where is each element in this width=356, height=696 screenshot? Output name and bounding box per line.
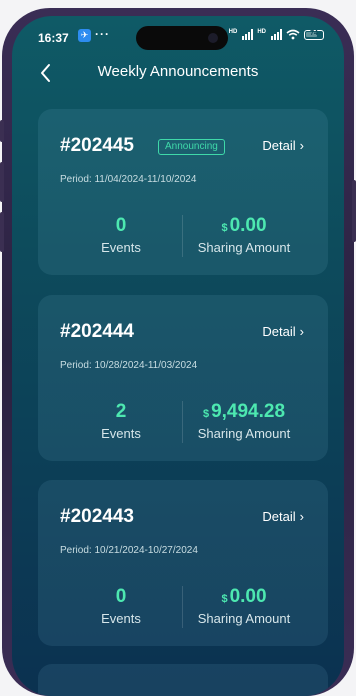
- amount-value: 0.00: [229, 215, 267, 236]
- announcement-card-partial[interactable]: [38, 664, 328, 696]
- announcement-card[interactable]: #202443 Detail › Period: 10/21/2024-10/27…: [38, 480, 328, 646]
- stat-divider: [182, 586, 183, 628]
- stat-divider: [182, 401, 183, 443]
- more-notifications-icon: ···: [95, 27, 110, 41]
- period-range: Period: 10/28/2024-11/03/2024: [60, 360, 198, 371]
- battery-level: 74: [310, 29, 318, 37]
- front-camera: [208, 33, 218, 43]
- app-screen: 16:37 ✈ ··· HD HD 74 Weekly Announcement…: [12, 16, 344, 696]
- status-indicators: HD HD 74: [229, 29, 324, 40]
- detail-link[interactable]: Detail ›: [262, 138, 304, 153]
- currency-symbol: $: [221, 593, 228, 605]
- cellular-signal-2-icon: [271, 29, 282, 40]
- power-button: [352, 180, 356, 242]
- events-count: 0: [115, 215, 127, 236]
- sharing-amount-label: Sharing Amount: [197, 240, 291, 255]
- events-count: 2: [115, 401, 127, 422]
- wifi-icon: [286, 29, 300, 40]
- announcement-card[interactable]: #202445 Announcing Detail › Period: 11/04…: [38, 109, 328, 275]
- detail-label: Detail: [262, 509, 296, 524]
- chevron-right-icon: ›: [299, 509, 304, 524]
- sharing-amount: $9,494.28: [184, 401, 304, 423]
- sharing-amount: $0.00: [184, 215, 304, 237]
- detail-label: Detail: [262, 138, 296, 153]
- chevron-right-icon: ›: [299, 324, 304, 339]
- status-bar: 16:37 ✈ ··· HD HD 74: [12, 16, 344, 56]
- volume-up-button: [0, 162, 4, 202]
- detail-link[interactable]: Detail ›: [262, 324, 304, 339]
- sharing-amount-label: Sharing Amount: [197, 611, 291, 626]
- nav-header: Weekly Announcements: [12, 56, 344, 92]
- currency-symbol: $: [221, 222, 228, 234]
- detail-label: Detail: [262, 324, 296, 339]
- sharing-amount-label: Sharing Amount: [197, 426, 291, 441]
- period-range: Period: 10/21/2024-10/27/2024: [60, 545, 198, 556]
- dynamic-island: [136, 26, 228, 50]
- events-label: Events: [101, 611, 141, 626]
- amount-value: 9,494.28: [211, 401, 286, 422]
- detail-link[interactable]: Detail ›: [262, 509, 304, 524]
- announcement-card[interactable]: #202444 Detail › Period: 10/28/2024-11/03…: [38, 295, 328, 461]
- cellular-signal-1-icon: [242, 29, 254, 40]
- stat-divider: [182, 215, 183, 257]
- announcement-number: #202443: [60, 506, 134, 527]
- status-badge: Announcing: [158, 139, 225, 155]
- amount-value: 0.00: [229, 586, 267, 607]
- events-count: 0: [115, 586, 127, 607]
- period-range: Period: 11/04/2024-11/10/2024: [60, 174, 197, 185]
- battery-icon: 74: [304, 29, 324, 40]
- app-notification-icon: ✈: [78, 29, 91, 42]
- signal-1-label: HD: [228, 29, 238, 35]
- action-button: [0, 120, 4, 142]
- volume-down-button: [0, 212, 4, 252]
- announcement-number: #202444: [60, 321, 134, 342]
- page-title: Weekly Announcements: [97, 63, 259, 80]
- status-time: 16:37: [38, 31, 69, 45]
- events-label: Events: [101, 240, 141, 255]
- sharing-amount: $0.00: [184, 586, 304, 608]
- events-label: Events: [101, 426, 141, 441]
- currency-symbol: $: [202, 408, 210, 420]
- announcement-number: #202445: [60, 135, 134, 156]
- signal-2-label: HD: [257, 29, 266, 35]
- chevron-right-icon: ›: [299, 138, 304, 153]
